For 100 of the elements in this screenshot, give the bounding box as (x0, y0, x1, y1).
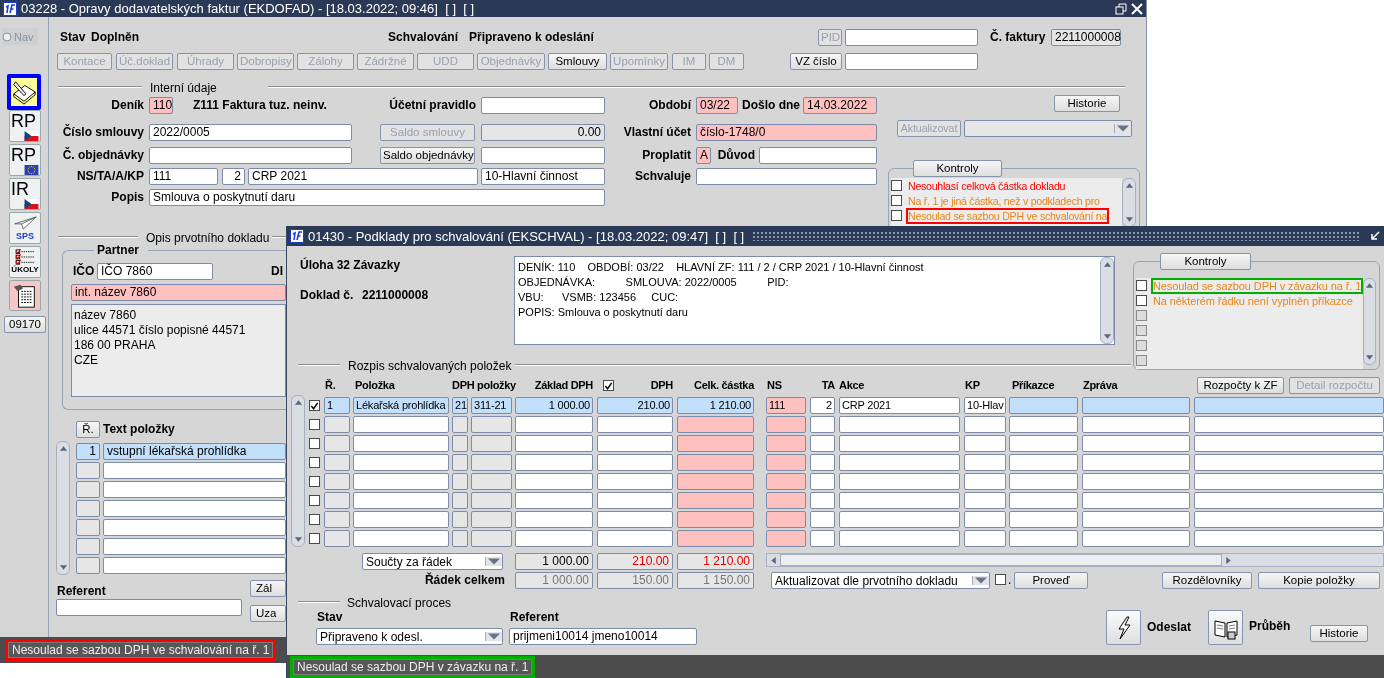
table-cell[interactable] (1009, 416, 1078, 433)
table-cell[interactable] (839, 435, 960, 452)
table-cell[interactable] (964, 473, 1006, 490)
table-cell[interactable]: CRP 2021 (839, 397, 960, 414)
table-cell[interactable] (766, 530, 806, 547)
table-cell[interactable] (677, 492, 754, 509)
input-field[interactable] (481, 147, 605, 164)
table-cell[interactable] (766, 435, 806, 452)
checkbox[interactable] (309, 533, 320, 544)
table-cell[interactable] (471, 416, 512, 433)
table-cell[interactable] (324, 473, 350, 490)
close-icon[interactable] (1131, 2, 1143, 15)
toolbar-button[interactable]: SPS (9, 212, 41, 244)
checkbox[interactable] (309, 457, 320, 468)
table-cell[interactable] (103, 462, 286, 479)
button[interactable]: Proveď (1014, 572, 1088, 589)
button[interactable]: Uza (250, 605, 286, 622)
button[interactable]: Zál (250, 580, 286, 597)
table-cell[interactable] (103, 538, 286, 555)
table-cell[interactable]: 1 210.00 (677, 397, 754, 414)
table-cell[interactable] (353, 530, 449, 547)
table-cell[interactable] (471, 473, 512, 490)
table-cell[interactable] (1194, 416, 1384, 433)
table-cell[interactable] (76, 557, 100, 574)
table-cell[interactable] (766, 416, 806, 433)
table-cell[interactable] (839, 416, 960, 433)
table-cell[interactable] (1194, 454, 1384, 471)
table-cell[interactable] (353, 492, 449, 509)
input-field[interactable]: 10-Hlavní činnost (481, 168, 605, 185)
input-field[interactable]: prijmeni10014 jmeno10014 (509, 628, 697, 645)
button[interactable]: Rozpočty k ZF (1197, 377, 1284, 394)
button[interactable]: Historie (1054, 95, 1120, 112)
table-cell[interactable]: 1 (324, 397, 350, 414)
toolbar-button[interactable] (7, 74, 41, 110)
input-field[interactable]: CRP 2021 (248, 168, 478, 185)
input-field[interactable]: 03/22 (696, 97, 738, 114)
table-cell[interactable] (597, 530, 673, 547)
input-field[interactable]: Smlouva o poskytnutí daru (149, 189, 605, 206)
dropdown[interactable] (964, 120, 1132, 137)
checkbox[interactable] (603, 380, 614, 391)
table-cell[interactable] (839, 492, 960, 509)
input-field[interactable]: 2022/0005 (149, 124, 352, 141)
table-cell[interactable] (964, 416, 1006, 433)
table-cell[interactable] (353, 416, 449, 433)
toolbar-button[interactable]: RP (9, 110, 41, 142)
table-cell[interactable] (452, 511, 468, 528)
checkbox[interactable] (995, 574, 1006, 585)
table-cell[interactable] (1194, 397, 1384, 414)
table-cell[interactable]: 1 000.00 (515, 397, 593, 414)
table-cell[interactable] (76, 500, 100, 517)
checkbox[interactable] (309, 438, 320, 449)
input-field[interactable]: 2211000008 (1051, 29, 1121, 46)
table-cell[interactable] (515, 435, 593, 452)
table-cell[interactable] (766, 511, 806, 528)
input-field[interactable]: A (696, 147, 711, 164)
input-field[interactable]: číslo-1748/0 (696, 124, 877, 141)
send-button[interactable] (1106, 610, 1141, 645)
progress-button[interactable] (1208, 610, 1243, 645)
table-cell[interactable] (324, 511, 350, 528)
table-cell[interactable] (1082, 473, 1190, 490)
table-cell[interactable] (515, 416, 593, 433)
button[interactable]: Historie (1310, 625, 1368, 642)
table-cell[interactable] (515, 492, 593, 509)
table-cell[interactable] (103, 500, 286, 517)
input-field[interactable] (149, 147, 352, 164)
scrollbar[interactable] (1122, 178, 1136, 227)
toolbar-button[interactable]: IR (9, 178, 41, 210)
table-cell[interactable]: 2 (810, 397, 835, 414)
table-cell[interactable] (515, 530, 593, 547)
table-cell[interactable] (452, 435, 468, 452)
table-cell[interactable] (1009, 473, 1078, 490)
table-cell[interactable] (471, 511, 512, 528)
table-cell[interactable] (76, 519, 100, 536)
input-field[interactable]: 2 (222, 168, 245, 185)
table-cell[interactable] (324, 530, 350, 547)
table-cell[interactable] (964, 511, 1006, 528)
table-cell[interactable] (353, 454, 449, 471)
input-field[interactable]: int. název 7860 (71, 284, 286, 301)
scrollbar[interactable] (1100, 257, 1114, 344)
table-cell[interactable] (810, 416, 835, 433)
checkbox[interactable] (891, 210, 902, 221)
table-cell[interactable] (1194, 435, 1384, 452)
toolbar-button[interactable] (9, 280, 41, 311)
table-cell[interactable] (1194, 492, 1384, 509)
input-field[interactable] (481, 97, 605, 114)
table-cell[interactable] (103, 557, 286, 574)
table-cell[interactable] (1082, 435, 1190, 452)
checkbox[interactable] (309, 400, 320, 411)
sum-field[interactable]: 1 000.00 (515, 572, 593, 589)
button[interactable]: Smlouvy (548, 53, 607, 70)
table-cell[interactable] (766, 454, 806, 471)
table-cell[interactable] (1082, 530, 1190, 547)
table-cell[interactable] (452, 416, 468, 433)
table-cell[interactable] (597, 435, 673, 452)
table-cell[interactable] (1082, 511, 1190, 528)
table-cell[interactable] (452, 492, 468, 509)
restore-icon[interactable] (1115, 2, 1127, 15)
table-cell[interactable] (1194, 511, 1384, 528)
scrollbar[interactable] (56, 441, 70, 575)
input-field[interactable] (845, 53, 978, 70)
